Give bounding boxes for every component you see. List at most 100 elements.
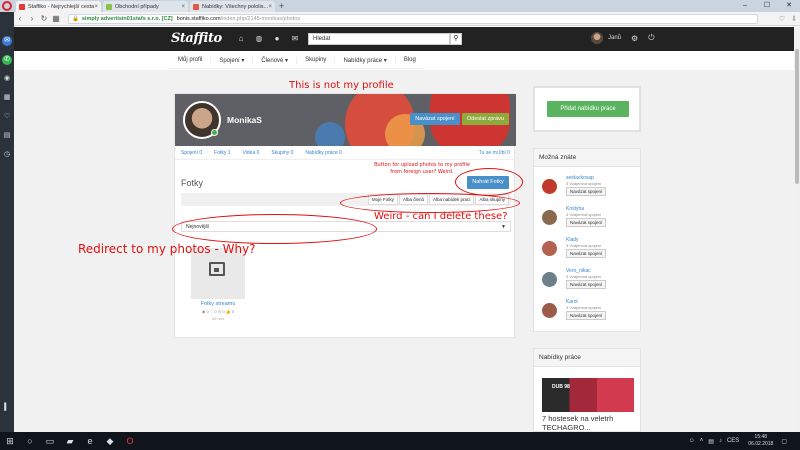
job-badge: DUB 98 [552, 384, 570, 390]
news-icon[interactable]: ▤ [2, 131, 12, 141]
add-offer-box: Přidat nabídku práce [533, 86, 641, 132]
annotation-ring [340, 193, 520, 213]
send-message-button[interactable]: Odeslat zprávu [462, 113, 509, 125]
job-image[interactable]: DUB 98 [542, 378, 634, 412]
stat-videos[interactable]: Videa 0 [243, 150, 260, 156]
album-name[interactable]: Fotky streamu [191, 301, 245, 307]
whatsapp-icon[interactable]: ✆ [2, 55, 12, 65]
nav-members[interactable]: Členové ▾ [253, 56, 298, 64]
section-title: Nabídky práce [534, 349, 640, 367]
power-icon[interactable]: ⏻ [648, 33, 654, 43]
nav-groups[interactable]: Skupiny [297, 57, 336, 63]
connect-button[interactable]: Navázat spojení [566, 218, 607, 227]
browser-tab[interactable]: Nabídky: Všechny pololis... × [190, 1, 275, 12]
heart-icon[interactable]: ♡ [2, 112, 12, 122]
url-path: /index.php/2145-monikas/photos [220, 15, 301, 22]
globe-icon[interactable]: ◍ [250, 34, 268, 43]
profile-stats: Spojení 0 Fotky 1 Videa 0 Skupiny 0 Nabí… [175, 146, 516, 160]
add-job-offer-button[interactable]: Přidat nabídku práce [547, 101, 629, 117]
avatar[interactable] [542, 241, 557, 256]
maximize-icon[interactable]: ☐ [756, 0, 778, 12]
avatar[interactable] [591, 32, 603, 44]
page-scrollbar[interactable] [794, 27, 800, 432]
browser-tab[interactable]: Staffiko - Nejrychlejší cesta × [16, 1, 101, 12]
history-icon[interactable]: ◷ [2, 150, 12, 160]
connect-button[interactable]: Navázat spojení [566, 187, 607, 196]
avatar[interactable] [542, 303, 557, 318]
windows-start-icon[interactable]: ⊞ [0, 436, 20, 447]
job-title[interactable]: 7 hostesek na veletrh TECHAGRO... [542, 414, 637, 432]
nav-my-profile[interactable]: Můj profil [170, 57, 212, 63]
messenger-icon[interactable]: ✉ [2, 36, 12, 46]
stat-job-offers[interactable]: Nabídky práce 0 [305, 150, 341, 156]
tab-title: Staffiko - Nejrychlejší cesta [28, 3, 95, 10]
connect-button[interactable]: Navázat spojení [566, 280, 607, 289]
search-icon[interactable]: ⚲ [450, 33, 462, 45]
site-logo[interactable]: Staffito [171, 31, 222, 46]
like-button[interactable]: Tu se mi líbí 0 [479, 150, 510, 156]
app-icon[interactable]: ◆ [100, 436, 120, 447]
user-menu[interactable]: Janů ⚙ ⏻ [591, 32, 655, 44]
clock[interactable]: 15:48 06.02.2018 [748, 434, 773, 448]
stat-connections[interactable]: Spojení 0 [181, 150, 202, 156]
forward-icon[interactable]: › [26, 14, 38, 23]
close-tab-icon[interactable]: × [181, 4, 185, 10]
apps-icon[interactable]: ▦ [2, 93, 12, 103]
search-icon[interactable]: ○ [20, 436, 40, 446]
edge-icon[interactable]: e [80, 436, 100, 446]
notifications-icon[interactable]: ▢ [781, 438, 787, 445]
download-icon[interactable]: ⇩ [788, 15, 800, 23]
connect-button[interactable]: Navázat spojení [566, 311, 607, 320]
avatar[interactable] [542, 210, 557, 225]
task-view-icon[interactable]: ▭ [40, 436, 60, 447]
reload-icon[interactable]: ↻ [38, 14, 50, 23]
camera-icon[interactable]: ◉ [2, 74, 12, 84]
annotation-redirect-note: Redirect to my photos - Why? [78, 242, 256, 256]
network-icon[interactable]: ▤ [708, 438, 714, 445]
avatar[interactable] [542, 272, 557, 287]
tab-favicon-icon [193, 3, 199, 10]
gear-icon[interactable]: ⚙ [631, 34, 638, 43]
stat-groups[interactable]: Skupiny 0 [271, 150, 293, 156]
album-time: 32 min [211, 316, 224, 321]
opera-logo-icon[interactable] [2, 1, 12, 11]
user-icon[interactable]: ● [268, 34, 286, 43]
new-tab-button[interactable]: + [279, 1, 284, 12]
people-icon[interactable]: ☺ [689, 438, 695, 444]
language-indicator[interactable]: CES [727, 438, 739, 444]
browser-tab-bar: Staffiko - Nejrychlejší cesta × Obchodní… [0, 0, 800, 12]
user-name[interactable]: Janů [608, 35, 621, 41]
browser-tab[interactable]: Obchodní případy × [103, 1, 188, 12]
back-icon[interactable]: ‹ [14, 14, 26, 23]
avatar[interactable] [542, 179, 557, 194]
mutual-connections: 3 Vzájemná spojení [566, 305, 602, 310]
minimize-icon[interactable]: – [734, 0, 756, 12]
address-field[interactable]: 🔒 simply advertisin01stafs s.r.o. [CZ] b… [68, 13, 758, 24]
connect-button[interactable]: Navázat spojení [410, 113, 460, 125]
speed-dial-icon[interactable]: ▦ [50, 14, 62, 23]
url-host: bonis.staffiko.com [176, 15, 221, 22]
secure-org-label: simply advertisin01stafs s.r.o. [CZ] [81, 15, 173, 22]
nav-blog[interactable]: Blog [396, 57, 424, 63]
opera-taskbar-icon[interactable]: O [120, 436, 140, 446]
messages-icon[interactable]: ✉ [286, 34, 304, 43]
nav-connections[interactable]: Spojení ▾ [211, 56, 254, 64]
close-tab-icon[interactable]: × [268, 4, 272, 10]
tab-favicon-icon [106, 3, 112, 10]
close-tab-icon[interactable]: × [94, 4, 98, 10]
tab-title: Obchodní případy [115, 3, 159, 10]
chevron-up-icon[interactable]: ˄ [700, 438, 704, 444]
bookmark-heart-icon[interactable]: ♡ [776, 15, 788, 23]
close-window-icon[interactable]: ✕ [778, 0, 800, 12]
search-input[interactable]: Hledat [308, 33, 450, 45]
explorer-icon[interactable]: ▰ [60, 436, 80, 447]
volume-icon[interactable]: ♪ [719, 438, 722, 444]
site-header: Staffito ⌂ ◍ ● ✉ Hledat ⚲ Janů ⚙ ⏻ [14, 27, 794, 51]
sidebar-toggle-icon[interactable]: ▍ [2, 403, 12, 413]
window-controls: – ☐ ✕ [734, 0, 800, 12]
stat-photos[interactable]: Fotky 1 [214, 150, 230, 156]
opera-sidebar: ✉ ✆ ◉ ▦ ♡ ▤ ◷ ▍ [0, 12, 14, 432]
home-icon[interactable]: ⌂ [232, 34, 250, 43]
nav-job-offers[interactable]: Nabídky práce ▾ [335, 56, 396, 64]
connect-button[interactable]: Navázat spojení [566, 249, 607, 258]
